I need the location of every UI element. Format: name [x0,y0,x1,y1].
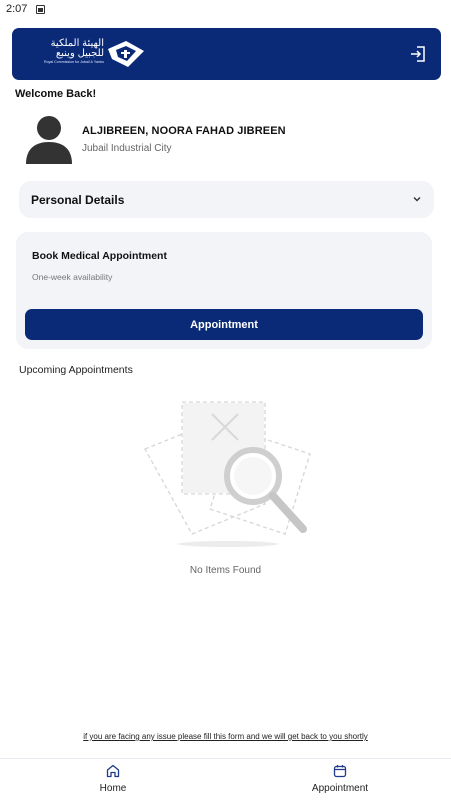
booking-title: Book Medical Appointment [32,250,167,262]
empty-state-icon [144,401,311,547]
issue-form-link[interactable]: if you are facing any issue please fill … [0,732,451,741]
nav-home[interactable]: Home [53,763,173,799]
appointment-button[interactable]: Appointment [25,309,423,340]
notification-icon [36,4,46,14]
no-items-text: No Items Found [189,565,262,576]
bottom-navigation: Home Appointment [0,758,451,800]
chevron-down-icon [413,197,421,202]
avatar [26,116,72,164]
welcome-text: Welcome Back! [15,88,97,100]
logo: الهيئة الملكية للجبيل وينبع Royal Commis… [26,39,146,71]
logo-emblem-icon [108,41,144,67]
home-icon [106,764,120,778]
personal-details-label: Personal Details [31,193,125,207]
user-city: Jubail Industrial City [82,143,172,154]
upcoming-appointments-title: Upcoming Appointments [19,364,133,376]
calendar-icon [333,765,347,778]
personal-details-accordion[interactable]: Personal Details [19,181,434,218]
status-bar: 2:07 [0,0,451,18]
logout-icon[interactable] [409,44,429,64]
nav-appointment[interactable]: Appointment [280,763,400,799]
status-time: 2:07 [6,3,28,15]
logo-text-arabic: الهيئة الملكية للجبيل وينبع [50,38,104,59]
app-header: الهيئة الملكية للجبيل وينبع Royal Commis… [12,28,441,80]
nav-appointment-label: Appointment [311,783,369,794]
book-appointment-card: Book Medical Appointment One-week availa… [16,232,432,349]
nav-home-label: Home [99,783,127,794]
user-name: ALJIBREEN, NOORA FAHAD JIBREEN [82,125,286,137]
logo-text-english: Royal Commission for Jubail & Yanbu [44,60,104,64]
booking-subtitle: One-week availability [32,272,113,282]
